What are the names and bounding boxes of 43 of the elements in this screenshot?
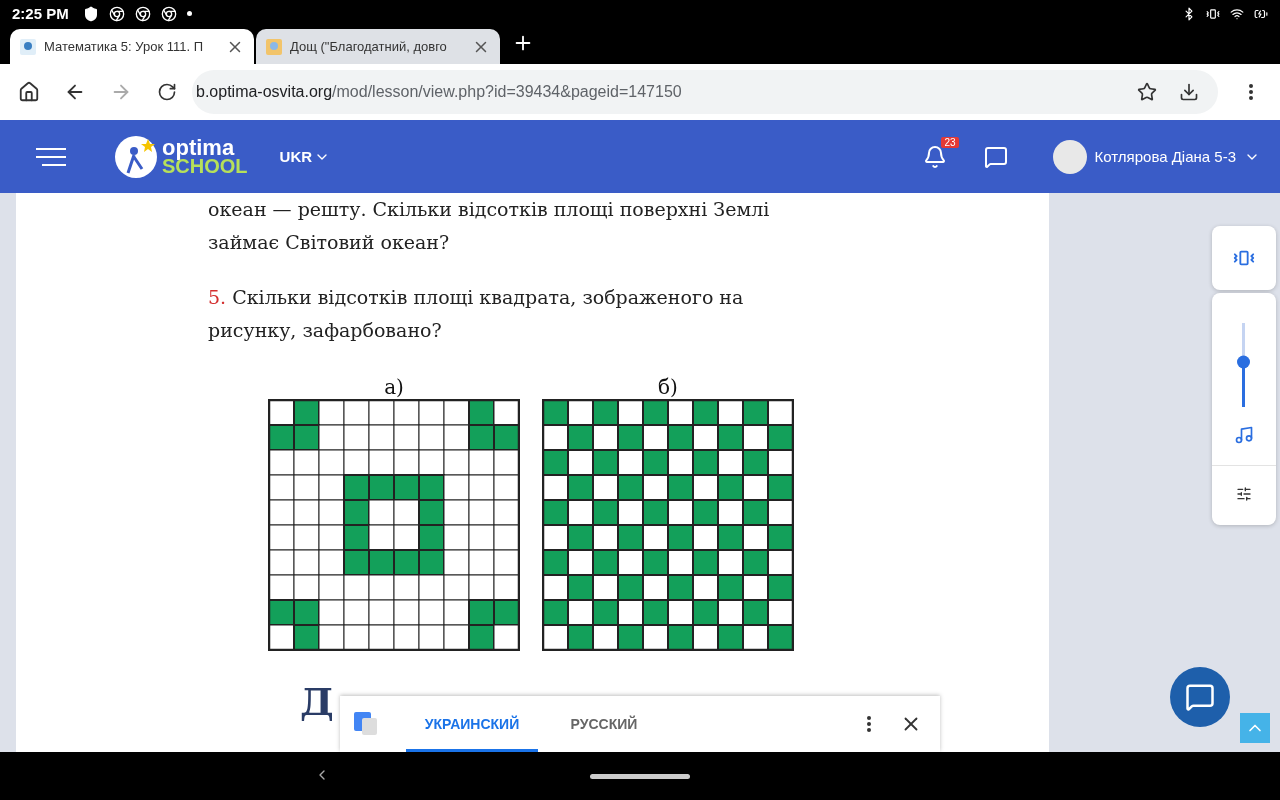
vibrate-icon bbox=[1206, 6, 1220, 21]
star-icon bbox=[1137, 82, 1157, 102]
dot-icon bbox=[186, 11, 192, 16]
user-menu[interactable]: Котлярова Діана 5-3 bbox=[1052, 139, 1260, 174]
status-time: 2:25 PM bbox=[12, 5, 69, 22]
home-pill[interactable] bbox=[590, 773, 690, 779]
translate-icon bbox=[354, 712, 378, 736]
home-icon bbox=[18, 81, 40, 103]
wifi-icon bbox=[1230, 6, 1244, 21]
logo-icon bbox=[114, 134, 158, 179]
user-name: Котлярова Діана 5-3 bbox=[1094, 148, 1236, 165]
favicon-icon bbox=[20, 38, 36, 55]
tab-title: Математика 5: Урок 111. П bbox=[44, 39, 205, 54]
question-text: 5. Скільки відсотків площі квадрата, зображеного на рисунку, зафарбовано? bbox=[208, 285, 745, 343]
download-icon bbox=[1179, 82, 1199, 102]
shield-icon bbox=[82, 5, 99, 22]
section-heading: Д bbox=[300, 679, 334, 724]
notifications-button[interactable]: 23 bbox=[918, 137, 959, 176]
chrome-icon bbox=[134, 5, 151, 22]
chrome-icon bbox=[160, 5, 177, 22]
browser-tab[interactable]: Математика 5: Урок 111. П bbox=[10, 29, 254, 64]
favicon-icon bbox=[266, 38, 282, 55]
chrome-icon bbox=[108, 5, 125, 22]
avatar bbox=[1052, 139, 1087, 174]
language-tab[interactable]: РУССКИЙ bbox=[538, 696, 670, 752]
more-icon bbox=[1249, 84, 1253, 100]
reload-icon bbox=[157, 82, 177, 102]
settings-icon[interactable] bbox=[1236, 486, 1252, 502]
figure-label: б) bbox=[658, 375, 678, 399]
browser-tab[interactable]: Дощ ("Благодатний, довго bbox=[256, 29, 500, 64]
music-note-icon bbox=[1234, 425, 1254, 445]
menu-icon bbox=[36, 147, 66, 166]
language-tab[interactable]: УКРАИНСКИЙ bbox=[406, 696, 538, 752]
more-icon bbox=[867, 716, 871, 732]
volume-thumb[interactable] bbox=[1237, 355, 1250, 369]
question-text: океан — решту. Скільки відсотків площі поверхні Землі займає Світовий океан? bbox=[208, 197, 771, 255]
chat-bubble-icon bbox=[983, 144, 1008, 169]
language-dropdown[interactable]: UKR bbox=[279, 148, 331, 165]
chat-bubble-icon bbox=[1185, 682, 1215, 712]
tab-title: Дощ ("Благодатний, довго bbox=[290, 39, 448, 54]
notification-count: 23 bbox=[941, 137, 959, 148]
figure-label: а) bbox=[384, 375, 404, 399]
bell-icon bbox=[922, 145, 947, 169]
